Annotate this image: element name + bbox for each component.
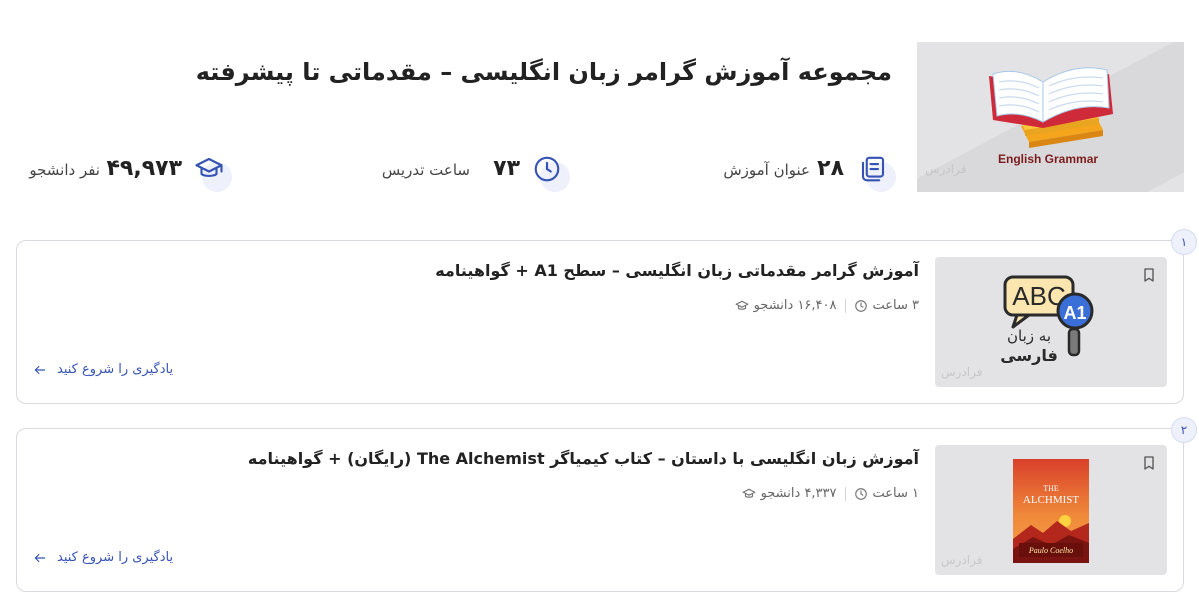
graduation-cap-icon (735, 300, 749, 310)
stat-hours-number: ۷۳ (493, 156, 520, 181)
arrow-left-icon (34, 553, 46, 562)
stat-hours-label: ساعت تدریس (381, 161, 470, 179)
cover-title: English Grammar (998, 152, 1099, 166)
thumb-a1-text: A1 (1063, 303, 1086, 323)
stat-students: ۴۹,۹۷۳ نفر دانشجو (14, 150, 236, 192)
cover-watermark: فرادرس (925, 162, 967, 176)
thumb-watermark: فرادرس (941, 365, 983, 379)
start-learning-label: یادگیری را شروع کنید (57, 362, 174, 377)
stat-students-number: ۴۹,۹۷۳ (106, 156, 183, 181)
graduation-cap-icon (742, 488, 755, 498)
clock-icon (528, 150, 570, 192)
course-hours: ۱ ساعت (872, 486, 920, 501)
course-meta: ۱۶,۴۰۸ دانشجو ۳ ساعت (735, 298, 919, 313)
book-stack-icon (854, 150, 896, 192)
course-title[interactable]: آموزش زبان انگلیسی با داستان – کتاب کیمی… (248, 449, 919, 468)
course-card[interactable]: ۲ THE ALCHMIST Paulo Coelho فرادرس آموزش… (16, 417, 1197, 592)
clock-icon (854, 487, 867, 500)
course-title[interactable]: آموزش گرامر مقدماتی زبان انگلیسی – سطح A… (435, 261, 919, 280)
cover-title-text: ALCHMIST (1023, 494, 1080, 506)
meta-divider (844, 486, 846, 501)
course-students: ۱۶,۴۰۸ دانشجو (753, 298, 837, 313)
start-learning-link[interactable]: یادگیری را شروع کنید (33, 550, 173, 565)
abc-magnifier-illustration: ABC A1 به زبان فارسی (1000, 275, 1094, 365)
course-card[interactable]: ۱ ABC A1 به زبان فارسی فرادرس آموزش گرام… (16, 229, 1197, 404)
stat-students-label: نفر دانشجو (29, 161, 100, 179)
stat-courses-label: عنوان آموزش (723, 161, 810, 179)
course-index-badge: ۲ (1171, 417, 1197, 443)
page-title: مجموعه آموزش گرامر زبان انگلیسی – مقدمات… (195, 58, 892, 86)
cover-author-text: Paulo Coelho (1028, 546, 1073, 555)
thumb-text-line1: به زبان (1007, 327, 1051, 345)
start-learning-link[interactable]: یادگیری را شروع کنید (33, 362, 173, 377)
stat-courses: ۲۸ عنوان آموزش (712, 150, 902, 192)
start-learning-label: یادگیری را شروع کنید (57, 550, 174, 565)
clock-icon (854, 299, 867, 312)
alchemist-book-cover: THE ALCHMIST Paulo Coelho (1013, 459, 1089, 563)
course-hours: ۳ ساعت (872, 298, 920, 313)
course-meta: ۴,۳۳۷ دانشجو ۱ ساعت (742, 486, 919, 501)
stat-hours: ۷۳ ساعت تدریس (374, 150, 574, 192)
thumb-text-line2: فارسی (1000, 346, 1058, 365)
meta-divider (844, 298, 846, 313)
graduation-cap-icon (190, 150, 232, 192)
course-thumbnail[interactable]: ABC A1 به زبان فارسی فرادرس (935, 257, 1167, 387)
thumb-watermark: فرادرس (941, 553, 983, 567)
course-students: ۴,۳۳۷ دانشجو (760, 486, 837, 501)
cover-the-text: THE (1043, 484, 1059, 493)
grammar-book-illustration (989, 67, 1113, 148)
arrow-left-icon (34, 365, 46, 374)
stat-courses-number: ۲۸ (817, 156, 844, 181)
course-thumbnail[interactable]: THE ALCHMIST Paulo Coelho فرادرس (935, 445, 1167, 575)
bookmark-icon[interactable] (1141, 267, 1157, 287)
bundle-cover-image: English Grammar فرادرس (917, 42, 1184, 192)
bookmark-icon[interactable] (1141, 455, 1157, 475)
course-index-badge: ۱ (1171, 229, 1197, 255)
